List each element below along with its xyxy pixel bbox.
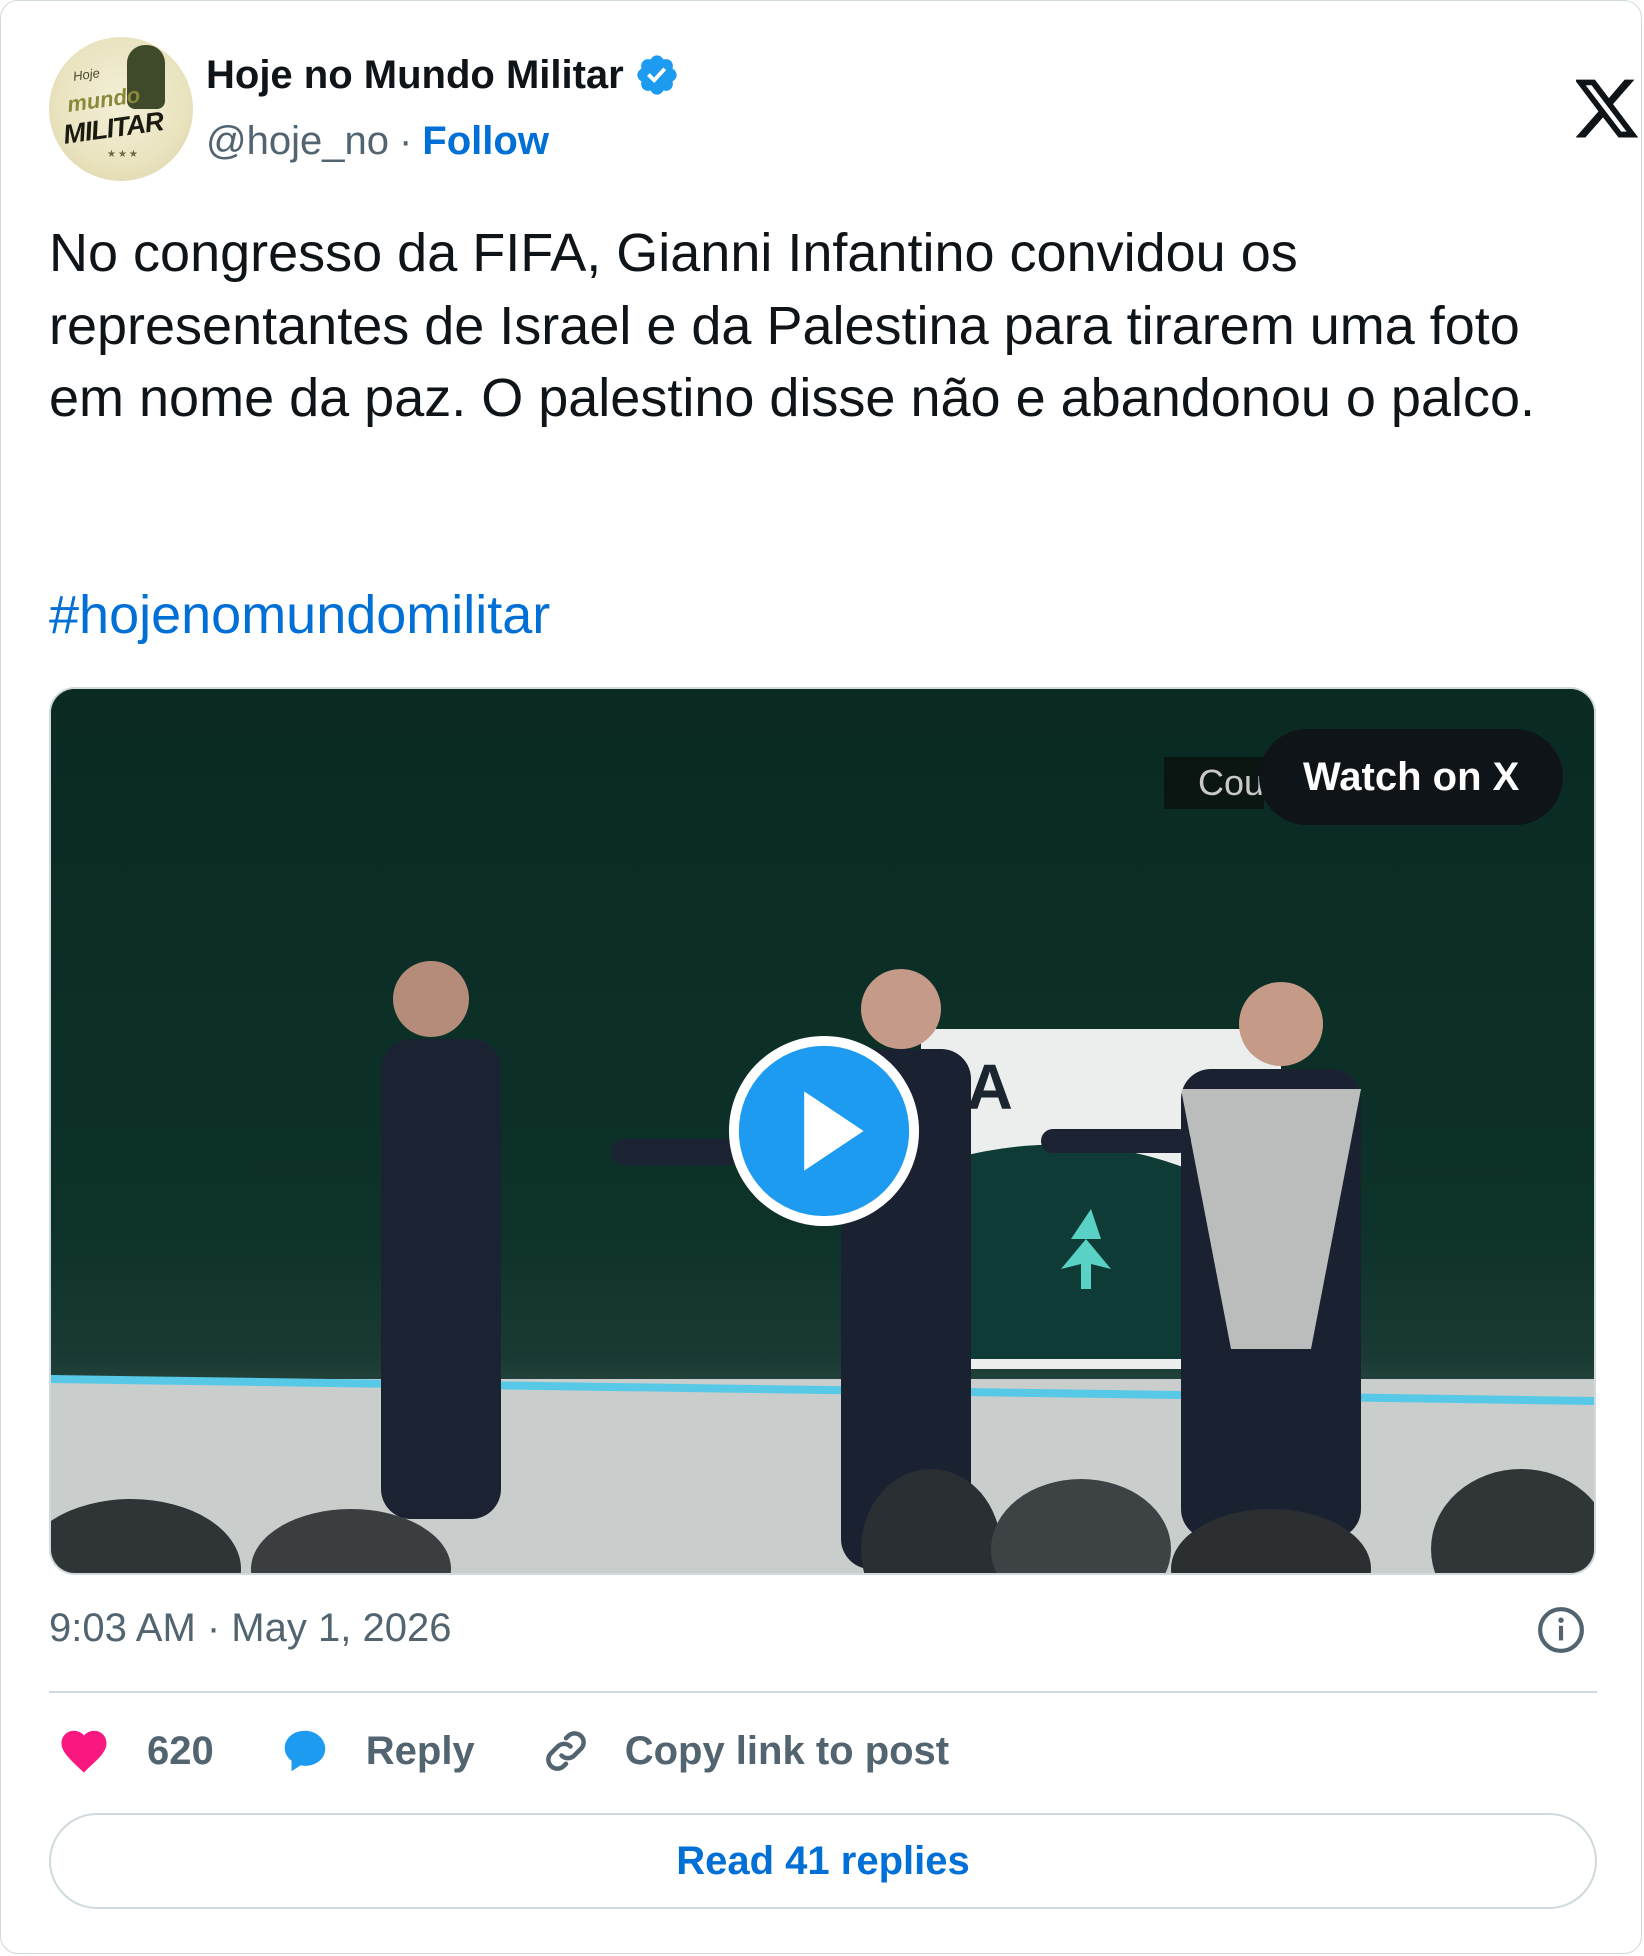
- video-player[interactable]: FA Cou Watch on X: [49, 687, 1596, 1575]
- heart-icon: [61, 1730, 107, 1773]
- author-handle-row: @hoje_no · Follow: [206, 117, 549, 165]
- info-icon[interactable]: [1536, 1605, 1586, 1655]
- avatar-text-1: Hoje: [72, 65, 101, 84]
- like-count: 620: [147, 1728, 214, 1773]
- play-icon[interactable]: [725, 1032, 923, 1230]
- author-name-row: Hoje no Mundo Militar: [206, 51, 680, 99]
- watch-on-x-button[interactable]: Watch on X: [1259, 729, 1564, 825]
- read-replies-button[interactable]: Read 41 replies: [49, 1813, 1597, 1909]
- link-icon: [545, 1731, 586, 1771]
- separator-dot: ·: [398, 118, 413, 163]
- post-text: No congresso da FIFA, Gianni Infantino c…: [49, 223, 1536, 428]
- copy-link-label: Copy link to post: [624, 1728, 950, 1773]
- author-name[interactable]: Hoje no Mundo Militar: [206, 53, 624, 98]
- post-card: Hoje mundo MILITAR ★★★ Hoje no Mundo Mil…: [0, 0, 1642, 1954]
- action-bar: 620 Reply Copy link to post: [49, 1715, 1005, 1787]
- follow-link[interactable]: Follow: [422, 119, 549, 164]
- reply-label: Reply: [365, 1728, 475, 1773]
- avatar-stars: ★★★: [107, 149, 140, 160]
- like-button[interactable]: 620: [49, 1724, 214, 1778]
- video-caption-partial: Cou: [1164, 757, 1264, 809]
- reply-bubble-icon: [284, 1730, 325, 1772]
- copy-link-button[interactable]: Copy link to post: [531, 1724, 949, 1778]
- divider: [49, 1691, 1597, 1693]
- reply-button[interactable]: Reply: [270, 1724, 475, 1778]
- avatar[interactable]: Hoje mundo MILITAR ★★★: [49, 37, 193, 181]
- verified-badge-icon: [637, 55, 677, 95]
- author-handle[interactable]: @hoje_no: [206, 119, 389, 164]
- post-header: Hoje mundo MILITAR ★★★ Hoje no Mundo Mil…: [49, 37, 1639, 181]
- x-logo-icon[interactable]: [1576, 79, 1640, 139]
- post-timestamp[interactable]: 9:03 AM · May 1, 2026: [49, 1603, 451, 1653]
- hashtag-link[interactable]: #hojenomundomilitar: [49, 579, 550, 651]
